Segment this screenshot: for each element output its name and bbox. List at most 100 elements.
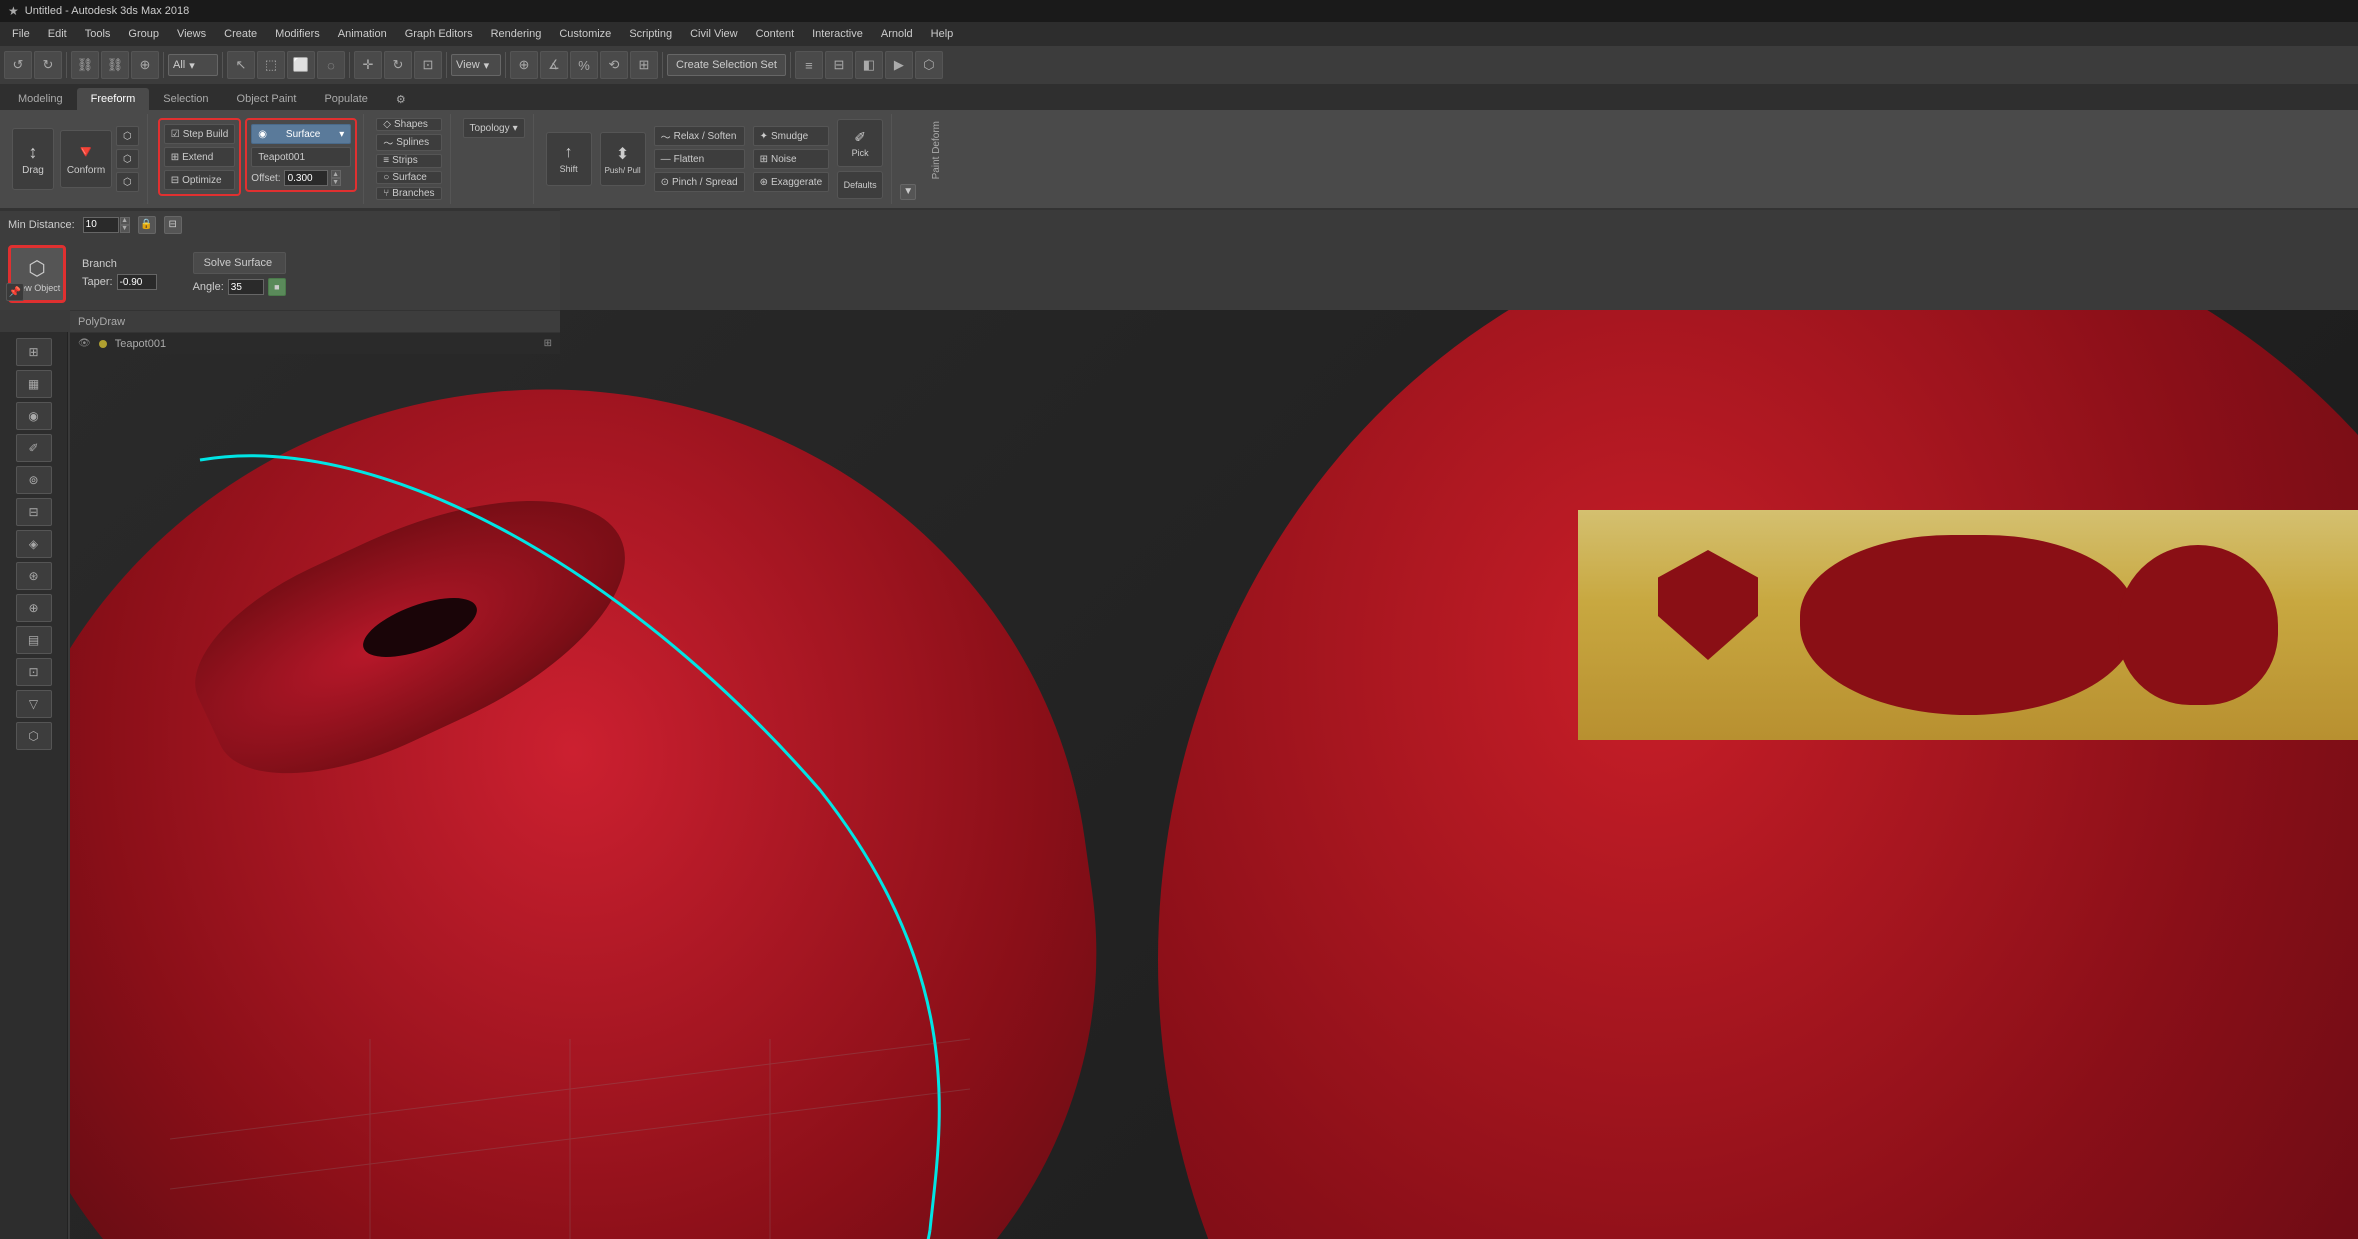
angle-snap-button[interactable]: ∡	[540, 51, 568, 79]
scale-button[interactable]: ⊡	[414, 51, 442, 79]
unlink-button[interactable]: ⛓	[101, 51, 129, 79]
extend-button[interactable]: ⊞ Extend	[164, 147, 236, 167]
collapse-button[interactable]: ▼	[900, 184, 916, 200]
move-button[interactable]: ✛	[354, 51, 382, 79]
offset-up-arrow[interactable]: ▲	[331, 170, 341, 178]
menu-graph-editors[interactable]: Graph Editors	[397, 26, 481, 42]
pin-button[interactable]: 📌	[6, 283, 24, 301]
menu-arnold[interactable]: Arnold	[873, 26, 921, 42]
link-button[interactable]: ⛓	[71, 51, 99, 79]
min-distance-up[interactable]: ▲	[120, 217, 130, 225]
menu-create[interactable]: Create	[216, 26, 265, 42]
render-setup-button[interactable]: ◧	[855, 51, 883, 79]
surface-button[interactable]: ◉ Surface ▾	[251, 124, 351, 144]
min-distance-down[interactable]: ▼	[120, 225, 130, 233]
spinner-button[interactable]: ⟲	[600, 51, 628, 79]
menu-interactive[interactable]: Interactive	[804, 26, 871, 42]
drag-button[interactable]: ↕ Drag	[12, 128, 54, 190]
tab-populate[interactable]: Populate	[310, 88, 381, 110]
menu-file[interactable]: File	[4, 26, 38, 42]
noise-button[interactable]: ⊞ Noise	[753, 149, 830, 169]
select-button[interactable]: ↖	[227, 51, 255, 79]
branches-button[interactable]: ⑂ Branches	[376, 187, 441, 200]
material-editor-button[interactable]: ⬡	[915, 51, 943, 79]
select-region-button[interactable]: ⬜	[287, 51, 315, 79]
step-build-button[interactable]: ☑ Step Build	[164, 124, 236, 144]
relax-soften-button[interactable]: 〜 Relax / Soften	[654, 126, 745, 146]
mirror-button[interactable]: ⊞	[630, 51, 658, 79]
menu-modifiers[interactable]: Modifiers	[267, 26, 328, 42]
tab-freeform[interactable]: Freeform	[77, 88, 150, 110]
percent-snap-button[interactable]: %	[570, 51, 598, 79]
grid-button[interactable]: ⊟	[164, 216, 182, 234]
tab-modeling[interactable]: Modeling	[4, 88, 77, 110]
layers-button[interactable]: ≡	[795, 51, 823, 79]
sidebar-icon-13[interactable]: ⬡	[16, 722, 52, 750]
menu-help[interactable]: Help	[923, 26, 962, 42]
lock-button[interactable]: 🔒	[138, 216, 156, 234]
smudge-button[interactable]: ✦ Smudge	[753, 126, 830, 146]
select-lasso-button[interactable]: ◌	[317, 51, 345, 79]
pinch-spread-button[interactable]: ⊙ Pinch / Spread	[654, 172, 745, 192]
menu-scripting[interactable]: Scripting	[621, 26, 680, 42]
angle-color-button[interactable]: ■	[268, 278, 286, 296]
sidebar-icon-2[interactable]: ▦	[16, 370, 52, 398]
sidebar-icon-12[interactable]: ▽	[16, 690, 52, 718]
view-dropdown[interactable]: View ▾	[451, 54, 501, 76]
sidebar-icon-9[interactable]: ⊕	[16, 594, 52, 622]
offset-down-arrow[interactable]: ▼	[331, 178, 341, 186]
menu-edit[interactable]: Edit	[40, 26, 75, 42]
menu-content[interactable]: Content	[748, 26, 803, 42]
rotate-button[interactable]: ↻	[384, 51, 412, 79]
optimize-button[interactable]: ⊟ Optimize	[164, 170, 236, 190]
undo-button[interactable]: ↺	[4, 51, 32, 79]
angle-input[interactable]	[228, 279, 264, 295]
select-rect-button[interactable]: ⬚	[257, 51, 285, 79]
push-pull-button[interactable]: ⬍ Push/ Pull	[600, 132, 646, 186]
defaults-button[interactable]: Defaults	[837, 171, 883, 199]
taper-input[interactable]	[117, 274, 157, 290]
surface2-button[interactable]: ○ Surface	[376, 171, 441, 184]
filter-dropdown[interactable]: All ▾	[168, 54, 218, 76]
sidebar-icon-7[interactable]: ◈	[16, 530, 52, 558]
strips-button[interactable]: ≡ Strips	[376, 154, 441, 167]
bind-button[interactable]: ⊕	[131, 51, 159, 79]
menu-rendering[interactable]: Rendering	[483, 26, 550, 42]
flatten-button[interactable]: — Flatten	[654, 149, 745, 169]
menu-animation[interactable]: Animation	[330, 26, 395, 42]
freeform-btn-2[interactable]: ⬡	[116, 149, 139, 169]
sidebar-icon-4[interactable]: ✐	[16, 434, 52, 462]
display-button[interactable]: ⊟	[825, 51, 853, 79]
freeform-btn-3[interactable]: ⬡	[116, 172, 139, 192]
snap-button[interactable]: ⊕	[510, 51, 538, 79]
menu-views[interactable]: Views	[169, 26, 214, 42]
teapot-label[interactable]: Teapot001	[251, 147, 351, 167]
redo-button[interactable]: ↻	[34, 51, 62, 79]
shift-button[interactable]: ↑ Shift	[546, 132, 592, 186]
offset-input[interactable]	[284, 170, 328, 186]
tab-object-paint[interactable]: Object Paint	[223, 88, 311, 110]
tab-settings[interactable]: ⚙	[382, 88, 420, 110]
viewport[interactable]	[70, 310, 2358, 1239]
pick-button[interactable]: ✐ Pick	[837, 119, 883, 167]
min-distance-input[interactable]	[83, 217, 119, 233]
render-button[interactable]: ▶	[885, 51, 913, 79]
sidebar-icon-5[interactable]: ⊚	[16, 466, 52, 494]
sidebar-icon-6[interactable]: ⊟	[16, 498, 52, 526]
menu-customize[interactable]: Customize	[551, 26, 619, 42]
menu-tools[interactable]: Tools	[77, 26, 119, 42]
menu-civil-view[interactable]: Civil View	[682, 26, 745, 42]
solve-surface-button[interactable]: Solve Surface	[193, 252, 286, 274]
exaggerate-button[interactable]: ⊛ Exaggerate	[753, 172, 830, 192]
sidebar-icon-1[interactable]: ⊞	[16, 338, 52, 366]
freeform-btn-1[interactable]: ⬡	[116, 126, 139, 146]
topology-button[interactable]: Topology ▾	[463, 118, 525, 138]
shapes-button[interactable]: ◇ Shapes	[376, 118, 441, 131]
splines-button[interactable]: 〜 Splines	[376, 134, 441, 151]
conform-button[interactable]: 🔻 Conform	[60, 130, 112, 188]
tab-selection[interactable]: Selection	[149, 88, 222, 110]
create-selection-set-input[interactable]: Create Selection Set	[667, 54, 786, 76]
sidebar-icon-3[interactable]: ◉	[16, 402, 52, 430]
sidebar-icon-8[interactable]: ⊛	[16, 562, 52, 590]
sidebar-icon-10[interactable]: ▤	[16, 626, 52, 654]
